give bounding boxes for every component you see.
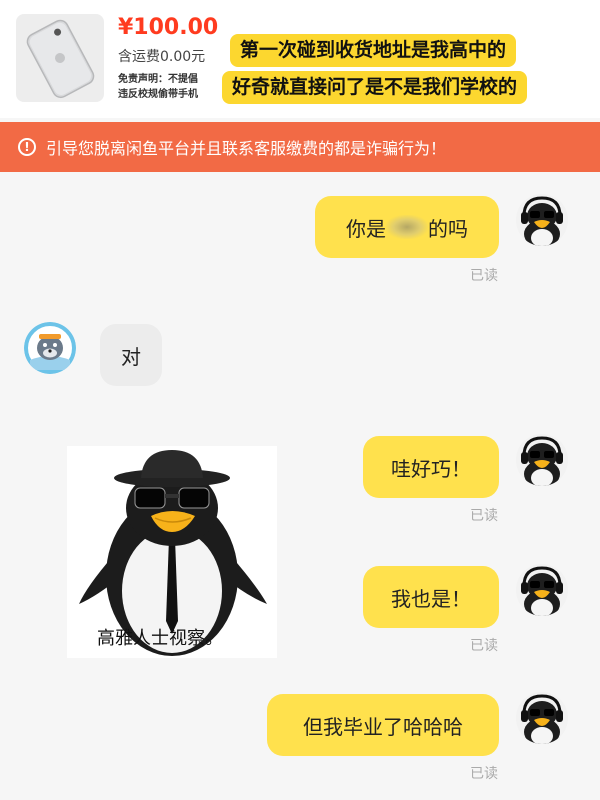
- message-text: 对: [121, 344, 141, 369]
- read-receipt: 已读: [470, 638, 498, 654]
- disclaimer-line-1: 免责声明：不提倡: [118, 74, 198, 85]
- sticker-image[interactable]: 高雅人士视察。: [67, 446, 277, 658]
- product-price: ¥100.00: [118, 15, 219, 40]
- overlay-caption: 第一次碰到收货地址是我高中的 好奇就直接问了是不是我们学校的: [222, 34, 590, 108]
- avatar-other-user[interactable]: [24, 322, 76, 374]
- warning-text: 引导您脱离闲鱼平台并且联系客服缴费的都是诈骗行为！: [46, 139, 447, 158]
- caption-line-2: 好奇就直接问了是不是我们学校的: [222, 71, 528, 104]
- avatar-self[interactable]: [516, 692, 568, 744]
- message-text-suffix: 的吗: [428, 216, 468, 241]
- sticker-caption: 高雅人士视察。: [97, 628, 223, 649]
- read-receipt: 已读: [470, 268, 498, 284]
- penguin-avatar-icon: [521, 694, 563, 744]
- phone-icon: [26, 19, 95, 99]
- penguin-avatar-icon: [521, 196, 563, 246]
- penguin-avatar-icon: [521, 436, 563, 486]
- disclaimer-line-2: 违反校规偷带手机: [118, 89, 198, 100]
- product-header[interactable]: ¥100.00 含运费0.00元 免责声明：不提倡 违反校规偷带手机 第一次碰到…: [0, 0, 600, 118]
- blurred-school-name: [386, 215, 428, 239]
- message-bubble-received[interactable]: 对: [100, 324, 162, 386]
- product-thumbnail[interactable]: [16, 14, 104, 102]
- read-receipt: 已读: [470, 766, 498, 782]
- message-text: 但我毕业了哈哈哈: [303, 714, 463, 739]
- read-receipt: 已读: [470, 508, 498, 524]
- message-text: 哇好巧！: [391, 456, 471, 481]
- avatar-self[interactable]: [516, 564, 568, 616]
- message-bubble-sent[interactable]: 我也是！: [363, 566, 499, 628]
- penguin-avatar-icon: [521, 566, 563, 616]
- seal-avatar-icon: [24, 322, 76, 374]
- message-text: 我也是！: [391, 586, 471, 611]
- caption-line-1: 第一次碰到收货地址是我高中的: [230, 34, 517, 67]
- disclaimer-text: 免责声明：不提倡 违反校规偷带手机: [118, 72, 220, 102]
- message-bubble-sent[interactable]: 你是 的吗: [315, 196, 499, 258]
- scam-warning-banner: ! 引导您脱离闲鱼平台并且联系客服缴费的都是诈骗行为！: [0, 122, 600, 172]
- message-bubble-sent[interactable]: 但我毕业了哈哈哈: [267, 694, 499, 756]
- avatar-self[interactable]: [516, 434, 568, 486]
- alert-icon: !: [18, 138, 36, 156]
- message-text-prefix: 你是: [346, 216, 386, 241]
- avatar-self[interactable]: [516, 194, 568, 246]
- shipping-info: 含运费0.00元: [118, 49, 206, 65]
- message-bubble-sent[interactable]: 哇好巧！: [363, 436, 499, 498]
